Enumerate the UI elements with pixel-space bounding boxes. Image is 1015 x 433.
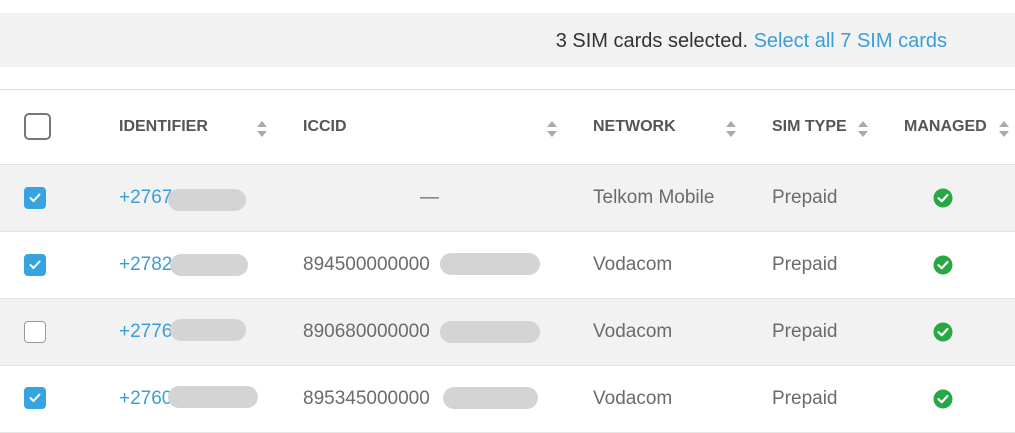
table-row[interactable]: +2782 894500000000 Vodacom Prepaid bbox=[0, 232, 1015, 299]
sort-icon[interactable] bbox=[546, 120, 558, 138]
selection-banner: 3 SIM cards selected. Select all 7 SIM c… bbox=[0, 13, 1015, 67]
check-circle-icon bbox=[933, 322, 953, 342]
network-cell: Vodacom bbox=[593, 388, 673, 409]
redaction-mark bbox=[168, 189, 246, 211]
redaction-mark bbox=[440, 321, 540, 343]
network-cell: Vodacom bbox=[593, 321, 673, 342]
sort-icon[interactable] bbox=[256, 120, 268, 138]
column-header-identifier[interactable]: IDENTIFIER bbox=[119, 90, 208, 164]
network-cell: Telkom Mobile bbox=[593, 187, 715, 208]
selection-banner-text: 3 SIM cards selected. Select all 7 SIM c… bbox=[556, 13, 947, 67]
column-header-managed[interactable]: MANAGED bbox=[904, 90, 987, 164]
checkmark-icon bbox=[29, 260, 41, 269]
redaction-mark bbox=[440, 253, 540, 275]
iccid-cell: 894500000000 bbox=[303, 254, 430, 275]
table-row[interactable]: +2760 895345000000 Vodacom Prepaid bbox=[0, 366, 1015, 433]
selected-count-text: 3 SIM cards selected. bbox=[555, 30, 749, 52]
row-checkbox[interactable] bbox=[24, 187, 46, 209]
network-cell: Vodacom bbox=[593, 254, 673, 275]
select-all-checkbox[interactable] bbox=[24, 113, 51, 140]
sim-type-cell: Prepaid bbox=[772, 187, 838, 208]
check-circle-icon bbox=[933, 389, 953, 409]
redaction-mark bbox=[170, 319, 246, 341]
redaction-mark bbox=[443, 387, 538, 409]
iccid-cell: — bbox=[420, 187, 439, 208]
sort-icon[interactable] bbox=[857, 120, 869, 138]
table-row[interactable]: +2767 — Telkom Mobile Prepaid bbox=[0, 165, 1015, 232]
table-header: IDENTIFIER ICCID NETWORK SIM TYPE MANAGE… bbox=[0, 90, 1015, 166]
column-header-sim-type[interactable]: SIM TYPE bbox=[772, 90, 847, 164]
identifier-link[interactable]: +2782 bbox=[119, 232, 172, 298]
check-circle-icon bbox=[933, 255, 953, 275]
checkmark-icon bbox=[29, 393, 41, 402]
select-all-link[interactable]: Select all 7 SIM cards bbox=[754, 30, 947, 52]
row-checkbox[interactable] bbox=[24, 387, 46, 409]
row-checkbox[interactable] bbox=[24, 321, 46, 343]
sim-type-cell: Prepaid bbox=[772, 321, 838, 342]
column-header-network[interactable]: NETWORK bbox=[593, 90, 676, 164]
iccid-cell: 895345000000 bbox=[303, 388, 430, 409]
table-row[interactable]: +2776 890680000000 Vodacom Prepaid bbox=[0, 299, 1015, 366]
identifier-link[interactable]: +2776 bbox=[119, 299, 172, 365]
column-header-iccid[interactable]: ICCID bbox=[303, 90, 347, 164]
identifier-link[interactable]: +2767 bbox=[119, 165, 172, 231]
sim-type-cell: Prepaid bbox=[772, 254, 838, 275]
row-checkbox[interactable] bbox=[24, 254, 46, 276]
checkmark-icon bbox=[29, 193, 41, 202]
redaction-mark bbox=[168, 386, 258, 408]
sort-icon[interactable] bbox=[725, 120, 737, 138]
redaction-mark bbox=[170, 254, 248, 276]
sim-type-cell: Prepaid bbox=[772, 388, 838, 409]
iccid-cell: 890680000000 bbox=[303, 321, 430, 342]
check-circle-icon bbox=[933, 188, 953, 208]
sort-icon[interactable] bbox=[998, 120, 1010, 138]
identifier-link[interactable]: +2760 bbox=[119, 366, 172, 432]
